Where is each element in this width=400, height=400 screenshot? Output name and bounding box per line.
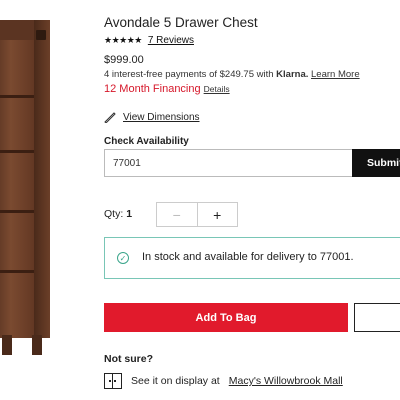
chest-leg: [2, 335, 12, 355]
quantity-value: 1: [126, 208, 133, 220]
submit-button[interactable]: Submit: [352, 149, 400, 177]
check-circle-icon: ✓: [117, 252, 129, 264]
zip-code-input[interactable]: 77001: [104, 149, 352, 177]
quantity-decrease-button[interactable]: −: [157, 203, 198, 226]
rating: ★★★★★ 7 Reviews: [104, 35, 194, 46]
add-to-bag-button[interactable]: Add To Bag: [104, 303, 348, 332]
view-dimensions-link[interactable]: View Dimensions: [123, 112, 200, 123]
financing-info: 12 Month Financing Details: [104, 83, 230, 95]
drawer-line: [0, 210, 34, 213]
klarna-text: 4 interest-free payments of $249.75 with: [104, 69, 277, 80]
drawer-line: [0, 95, 34, 98]
klarna-learn-more-link[interactable]: Learn More: [311, 69, 360, 80]
stock-message: In stock and available for delivery to 7…: [142, 251, 354, 263]
view-dimensions[interactable]: View Dimensions: [104, 111, 200, 123]
product-image[interactable]: [0, 0, 50, 400]
see-on-display-text: See it on display at: [131, 375, 220, 387]
chest-knob: [36, 30, 46, 40]
financing-details-link[interactable]: Details: [204, 84, 230, 94]
ruler-pencil-icon: [104, 112, 116, 123]
see-on-display: See it on display at Macy's Willowbrook …: [104, 373, 343, 389]
star-rating-icon: ★★★★★: [104, 35, 142, 45]
klarna-info: 4 interest-free payments of $249.75 with…: [104, 69, 360, 80]
chest-side: [34, 20, 50, 338]
quantity-stepper: − +: [156, 202, 238, 227]
product-title: Avondale 5 Drawer Chest: [104, 15, 258, 30]
store-icon: [104, 373, 122, 389]
secondary-action-button[interactable]: [354, 303, 400, 332]
quantity-increase-button[interactable]: +: [198, 203, 238, 226]
financing-text: 12 Month Financing: [104, 83, 201, 95]
drawer-line: [0, 150, 34, 153]
klarna-brand: Klarna.: [276, 69, 309, 80]
stock-status-box: ✓ In stock and available for delivery to…: [104, 237, 400, 279]
quantity-label: Qty: 1: [104, 208, 132, 220]
drawer-line: [0, 270, 34, 273]
reviews-link[interactable]: 7 Reviews: [148, 35, 194, 46]
quantity-label-text: Qty:: [104, 208, 124, 220]
store-link[interactable]: Macy's Willowbrook Mall: [229, 375, 343, 387]
chest-leg: [32, 335, 42, 355]
not-sure-heading: Not sure?: [104, 353, 154, 365]
check-availability-label: Check Availability: [104, 136, 189, 147]
price: $999.00: [104, 54, 144, 66]
